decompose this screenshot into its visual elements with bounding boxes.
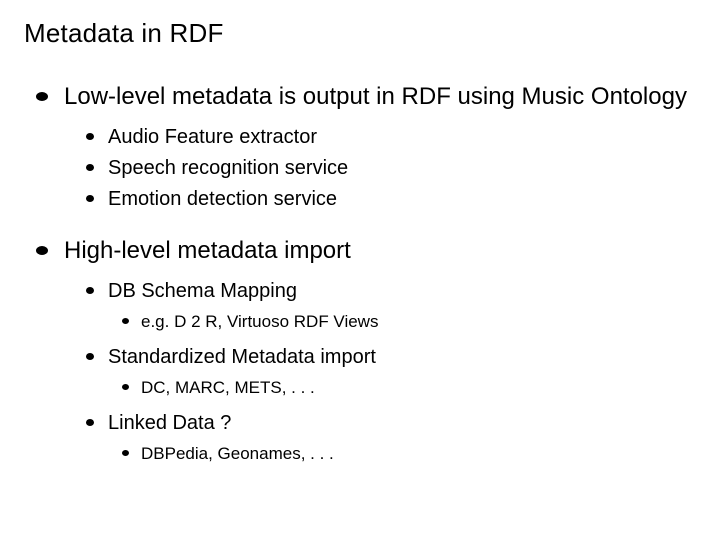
level1-text: Low-level metadata is output in RDF usin… [64, 81, 687, 112]
level1-text: High-level metadata import [64, 235, 351, 266]
disc-bullet-icon [36, 246, 48, 255]
level3-text: DBPedia, Geonames, . . . [141, 443, 334, 466]
disc-bullet-icon [86, 133, 94, 140]
level2-text: Audio Feature extractor [108, 124, 317, 151]
disc-bullet-icon [86, 195, 94, 202]
bullet-level2: Linked Data ? [86, 410, 696, 437]
disc-bullet-icon [122, 450, 129, 456]
bullet-level3: e.g. D 2 R, Virtuoso RDF Views [122, 311, 696, 334]
slide-title: Metadata in RDF [24, 18, 696, 49]
disc-bullet-icon [122, 384, 129, 390]
bullet-level2: DB Schema Mapping [86, 278, 696, 305]
bullet-level1: Low-level metadata is output in RDF usin… [24, 81, 696, 112]
level2-text: Emotion detection service [108, 186, 337, 213]
bullet-level2: Standardized Metadata import [86, 344, 696, 371]
bullet-level3: DC, MARC, METS, . . . [122, 377, 696, 400]
disc-bullet-icon [122, 318, 129, 324]
disc-bullet-icon [86, 353, 94, 360]
disc-bullet-icon [86, 164, 94, 171]
bullet-level2: Audio Feature extractor [86, 124, 696, 151]
level3-text: DC, MARC, METS, . . . [141, 377, 315, 400]
level3-text: e.g. D 2 R, Virtuoso RDF Views [141, 311, 378, 334]
level2-text: Speech recognition service [108, 155, 348, 182]
bullet-level2: Speech recognition service [86, 155, 696, 182]
bullet-level1: High-level metadata import [24, 235, 696, 266]
bullet-level2: Emotion detection service [86, 186, 696, 213]
disc-bullet-icon [86, 419, 94, 426]
level2-text: Standardized Metadata import [108, 344, 376, 371]
level2-text: DB Schema Mapping [108, 278, 297, 305]
disc-bullet-icon [36, 92, 48, 101]
level2-text: Linked Data ? [108, 410, 231, 437]
disc-bullet-icon [86, 287, 94, 294]
bullet-level3: DBPedia, Geonames, . . . [122, 443, 696, 466]
